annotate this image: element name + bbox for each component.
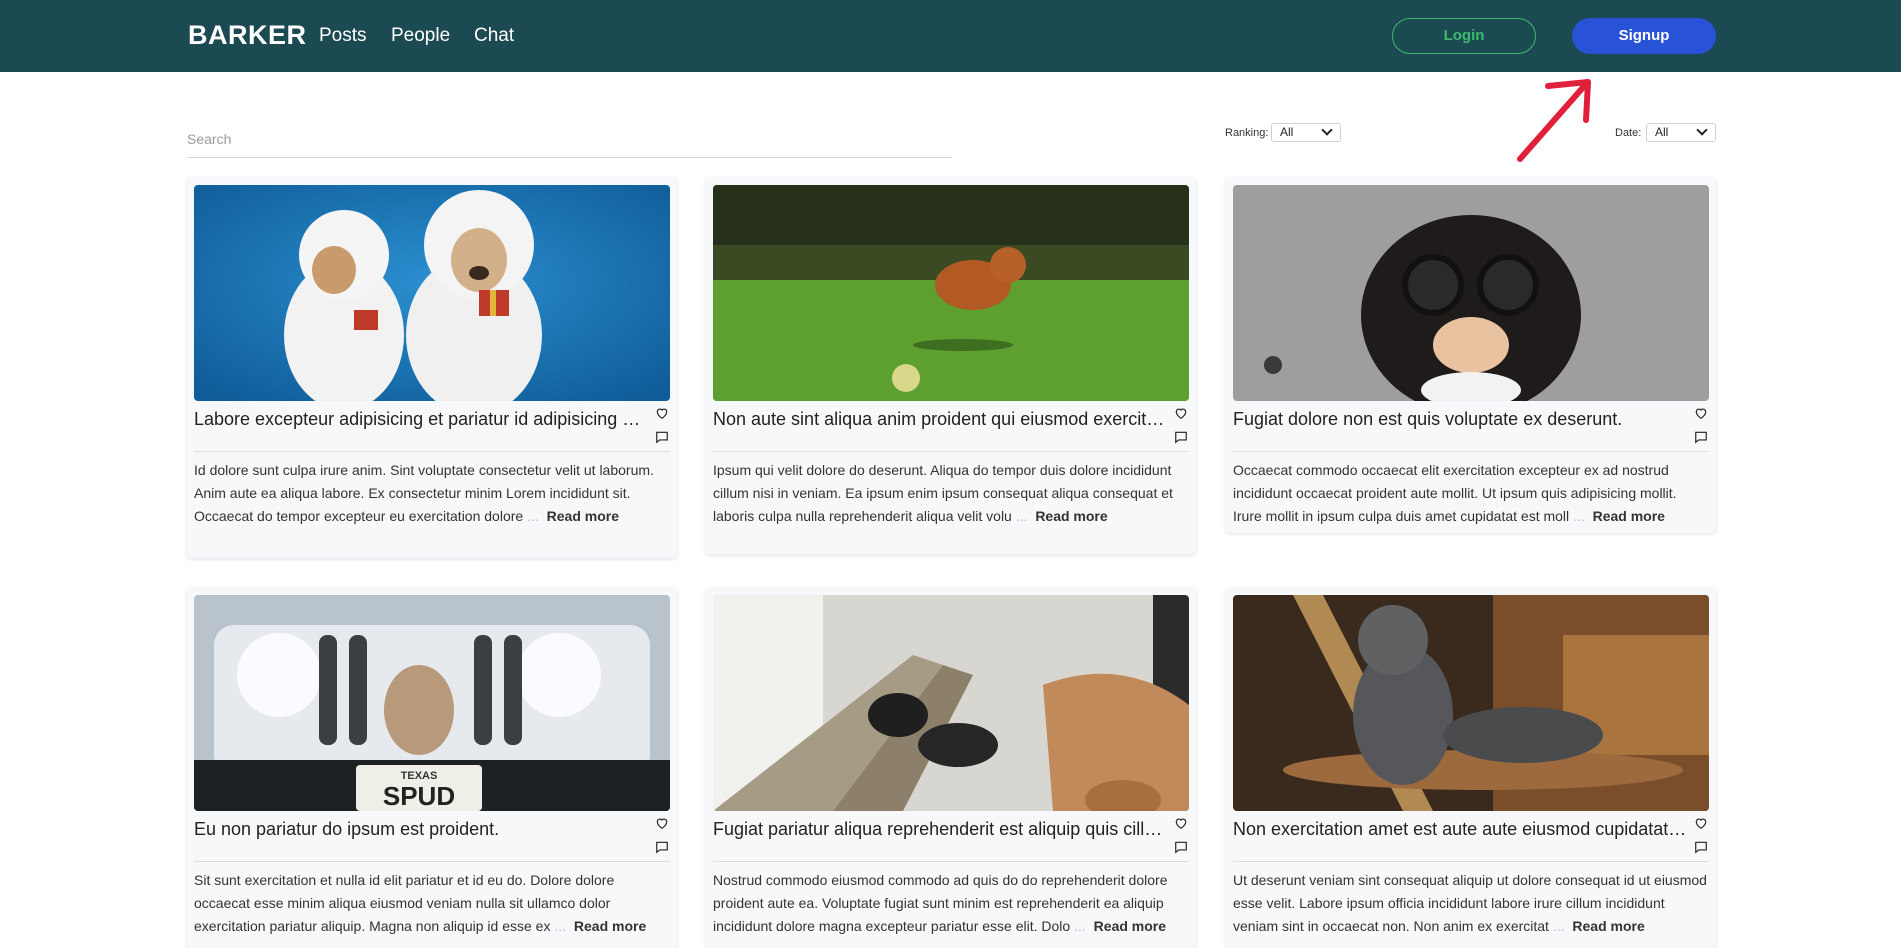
post-image-dog-disguise[interactable]	[1233, 185, 1709, 401]
post-excerpt: Ut deserunt veniam sint consequat aliqui…	[1233, 869, 1709, 938]
post-card: Non exercitation amet est aute aute eius…	[1226, 588, 1716, 948]
date-label: Date:	[1615, 127, 1642, 139]
post-image-hammock[interactable]	[713, 595, 1189, 811]
comment-icon[interactable]	[1174, 840, 1188, 854]
license-plate-text: SPUD	[383, 781, 455, 811]
post-card: Labore excepteur adipisicing et pariatur…	[187, 178, 677, 558]
read-more-link[interactable]: Read more	[574, 918, 646, 934]
card-divider	[713, 451, 1189, 452]
heart-icon[interactable]	[1174, 406, 1188, 420]
date-select[interactable]: All	[1646, 123, 1716, 142]
post-title[interactable]: Non exercitation amet est aute aute eius…	[1233, 819, 1688, 840]
card-divider	[713, 861, 1189, 862]
post-image-cat-on-chair[interactable]	[1233, 595, 1709, 811]
ranking-label: Ranking:	[1225, 127, 1269, 139]
post-excerpt: Occaecat commodo occaecat elit exercitat…	[1233, 459, 1709, 528]
read-more-link[interactable]: Read more	[1035, 508, 1107, 524]
post-excerpt: Ipsum qui velit dolore do deserunt. Aliq…	[713, 459, 1189, 528]
post-excerpt: Id dolore sunt culpa irure anim. Sint vo…	[194, 459, 670, 528]
excerpt-ellipsis: ...	[1573, 508, 1585, 524]
post-title[interactable]: Non aute sint aliqua anim proident qui e…	[713, 409, 1168, 430]
post-card: Fugiat pariatur aliqua reprehenderit est…	[706, 588, 1196, 948]
annotation-arrow	[1517, 79, 1591, 162]
login-button[interactable]: Login	[1392, 18, 1536, 54]
ranking-select-value: All	[1280, 125, 1294, 139]
excerpt-ellipsis: ...	[554, 918, 567, 934]
read-more-link[interactable]: Read more	[1094, 918, 1166, 934]
heart-icon[interactable]	[1694, 816, 1708, 830]
excerpt-ellipsis: ...	[1015, 508, 1028, 524]
top-navbar: BARKER Posts People Chat Login Signup	[0, 0, 1901, 72]
chevron-down-icon	[1696, 124, 1708, 136]
comment-icon[interactable]	[1694, 430, 1708, 444]
heart-icon[interactable]	[1174, 816, 1188, 830]
read-more-link[interactable]: Read more	[547, 508, 619, 524]
post-excerpt-text: Sit sunt exercitation et nulla id elit p…	[194, 872, 615, 934]
post-image-dog-running[interactable]	[713, 185, 1189, 401]
card-divider	[194, 861, 670, 862]
signup-button[interactable]: Signup	[1572, 18, 1716, 54]
excerpt-ellipsis: ...	[1074, 918, 1086, 934]
read-more-link[interactable]: Read more	[1593, 508, 1665, 524]
excerpt-ellipsis: ...	[1552, 918, 1565, 934]
comment-icon[interactable]	[655, 840, 669, 854]
nav-link-people[interactable]: People	[391, 25, 450, 47]
post-excerpt: Sit sunt exercitation et nulla id elit p…	[194, 869, 670, 938]
post-card: TEXAS SPUD Eu non pariatur do ipsum est …	[187, 588, 677, 948]
post-title[interactable]: Fugiat pariatur aliqua reprehenderit est…	[713, 819, 1168, 840]
brand-logo[interactable]: BARKER	[188, 20, 307, 51]
post-title[interactable]: Eu non pariatur do ipsum est proident.	[194, 819, 649, 840]
card-divider	[1233, 451, 1709, 452]
post-excerpt: Nostrud commodo eiusmod commodo ad quis …	[713, 869, 1189, 938]
nav-link-posts[interactable]: Posts	[319, 25, 367, 47]
search-input[interactable]	[187, 120, 952, 158]
heart-icon[interactable]	[1694, 406, 1708, 420]
excerpt-ellipsis: ...	[527, 508, 539, 524]
chevron-down-icon	[1321, 124, 1333, 136]
post-image-two-dogs[interactable]	[194, 185, 670, 401]
card-divider	[194, 451, 670, 452]
post-title[interactable]: Fugiat dolore non est quis voluptate ex …	[1233, 409, 1688, 430]
ranking-select[interactable]: All	[1271, 123, 1341, 142]
heart-icon[interactable]	[655, 816, 669, 830]
nav-link-chat[interactable]: Chat	[474, 25, 514, 47]
card-divider	[1233, 861, 1709, 862]
post-card: Fugiat dolore non est quis voluptate ex …	[1226, 178, 1716, 533]
heart-icon[interactable]	[655, 406, 669, 420]
date-select-value: All	[1655, 125, 1669, 139]
post-title[interactable]: Labore excepteur adipisicing et pariatur…	[194, 409, 649, 430]
comment-icon[interactable]	[655, 430, 669, 444]
comment-icon[interactable]	[1694, 840, 1708, 854]
comment-icon[interactable]	[1174, 430, 1188, 444]
read-more-link[interactable]: Read more	[1572, 918, 1644, 934]
post-card: Non aute sint aliqua anim proident qui e…	[706, 178, 1196, 554]
post-image-dog-on-jeep[interactable]: TEXAS SPUD	[194, 595, 670, 811]
